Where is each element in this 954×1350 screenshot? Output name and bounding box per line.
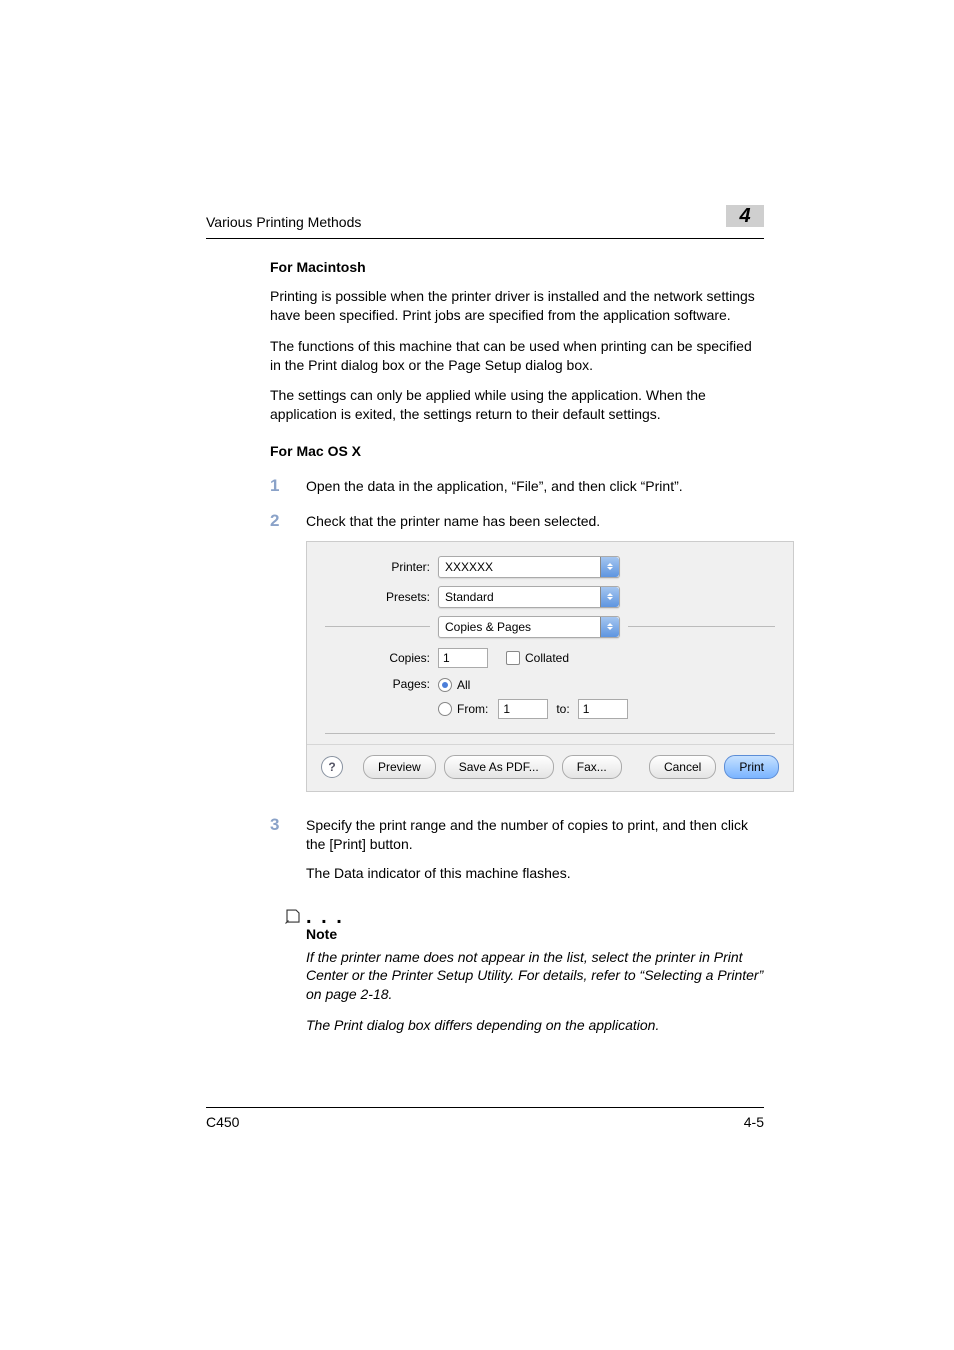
note-dots: . . . bbox=[306, 911, 764, 923]
divider-line bbox=[628, 626, 775, 627]
save-as-pdf-button[interactable]: Save As PDF... bbox=[444, 755, 554, 779]
copies-label: Copies: bbox=[325, 650, 438, 666]
heading-for-macintosh: For Macintosh bbox=[270, 258, 764, 277]
presets-select[interactable]: Standard bbox=[438, 586, 620, 608]
dialog-button-row: ? Preview Save As PDF... Fax... Cancel P… bbox=[307, 744, 793, 791]
header-rule bbox=[206, 238, 764, 239]
step-text-line: Specify the print range and the number o… bbox=[306, 816, 764, 854]
page-footer: C450 4-5 bbox=[206, 1107, 764, 1130]
page-header: Various Printing Methods bbox=[206, 214, 764, 239]
section-value: Copies & Pages bbox=[439, 619, 600, 635]
dropdown-arrows-icon bbox=[600, 587, 619, 607]
section-divider-row: Copies & Pages bbox=[325, 616, 775, 638]
pages-row: Pages: All From: bbox=[325, 676, 775, 719]
presets-row: Presets: Standard bbox=[325, 586, 775, 608]
collated-checkbox[interactable]: Collated bbox=[506, 650, 569, 666]
presets-label: Presets: bbox=[325, 589, 438, 605]
chapter-number: 4 bbox=[739, 205, 750, 227]
note-title: Note bbox=[306, 925, 764, 944]
dialog-body: Printer: XXXXXX Presets: Stan bbox=[307, 542, 793, 744]
printer-label: Printer: bbox=[325, 559, 438, 575]
pages-label: Pages: bbox=[325, 676, 438, 692]
step-text: Open the data in the application, “File”… bbox=[306, 477, 764, 496]
pages-from-label: From: bbox=[457, 701, 488, 717]
copies-row: Copies: 1 Collated bbox=[325, 648, 775, 668]
dropdown-arrows-icon bbox=[600, 557, 619, 577]
paragraph: Printing is possible when the printer dr… bbox=[270, 287, 764, 325]
divider-line bbox=[325, 626, 430, 627]
preview-button[interactable]: Preview bbox=[363, 755, 436, 779]
chapter-number-box: 4 bbox=[726, 205, 764, 227]
step-text-line: Check that the printer name has been sel… bbox=[306, 512, 794, 531]
body: For Macintosh Printing is possible when … bbox=[270, 258, 764, 1047]
pages-from-radio[interactable]: From: bbox=[438, 701, 488, 717]
step-number: 3 bbox=[270, 816, 306, 835]
step-text: Check that the printer name has been sel… bbox=[306, 512, 794, 792]
cancel-button[interactable]: Cancel bbox=[649, 755, 716, 779]
radio-icon bbox=[438, 702, 452, 716]
model-label: C450 bbox=[206, 1114, 239, 1130]
collated-label: Collated bbox=[525, 650, 569, 666]
step-3: 3 Specify the print range and the number… bbox=[270, 816, 764, 893]
paragraph: The functions of this machine that can b… bbox=[270, 337, 764, 375]
dropdown-arrows-icon bbox=[600, 617, 619, 637]
section-select[interactable]: Copies & Pages bbox=[438, 616, 620, 638]
step-1: 1 Open the data in the application, “Fil… bbox=[270, 477, 764, 496]
step-number: 1 bbox=[270, 477, 306, 496]
pages-all-label: All bbox=[457, 677, 470, 693]
print-button[interactable]: Print bbox=[724, 755, 779, 779]
help-button[interactable]: ? bbox=[321, 756, 343, 778]
help-icon: ? bbox=[328, 759, 335, 775]
page-number: 4-5 bbox=[744, 1114, 764, 1130]
paragraph: The settings can only be applied while u… bbox=[270, 386, 764, 424]
printer-select[interactable]: XXXXXX bbox=[438, 556, 620, 578]
step-2: 2 Check that the printer name has been s… bbox=[270, 512, 764, 792]
section-title: Various Printing Methods bbox=[206, 214, 361, 230]
footer-row: C450 4-5 bbox=[206, 1114, 764, 1130]
radio-icon bbox=[438, 678, 452, 692]
pages-to-label: to: bbox=[556, 701, 569, 717]
step-text: Specify the print range and the number o… bbox=[306, 816, 764, 893]
footer-rule bbox=[206, 1107, 764, 1108]
pages-options: All From: 1 to: 1 bbox=[438, 676, 628, 719]
printer-row: Printer: XXXXXX bbox=[325, 556, 775, 578]
checkbox-box-icon bbox=[506, 651, 520, 665]
note-icon bbox=[284, 907, 302, 925]
fax-button[interactable]: Fax... bbox=[562, 755, 622, 779]
print-dialog: Printer: XXXXXX Presets: Stan bbox=[306, 541, 794, 792]
page: Various Printing Methods 4 For Macintosh… bbox=[0, 0, 954, 1350]
note-block: . . . Note If the printer name does not … bbox=[306, 911, 764, 1035]
divider-line bbox=[325, 733, 775, 734]
pages-to-input[interactable]: 1 bbox=[578, 699, 628, 719]
pages-all-radio[interactable]: All bbox=[438, 677, 470, 693]
pages-range-row: From: 1 to: 1 bbox=[438, 699, 628, 719]
printer-value: XXXXXX bbox=[439, 559, 600, 575]
pages-from-input[interactable]: 1 bbox=[498, 699, 548, 719]
step-text-line: The Data indicator of this machine flash… bbox=[306, 864, 764, 883]
step-number: 2 bbox=[270, 512, 306, 531]
heading-for-mac-os-x: For Mac OS X bbox=[270, 442, 764, 461]
copies-input[interactable]: 1 bbox=[438, 648, 488, 668]
presets-value: Standard bbox=[439, 589, 600, 605]
note-text: The Print dialog box differs depending o… bbox=[306, 1016, 764, 1035]
note-text: If the printer name does not appear in t… bbox=[306, 948, 764, 1005]
